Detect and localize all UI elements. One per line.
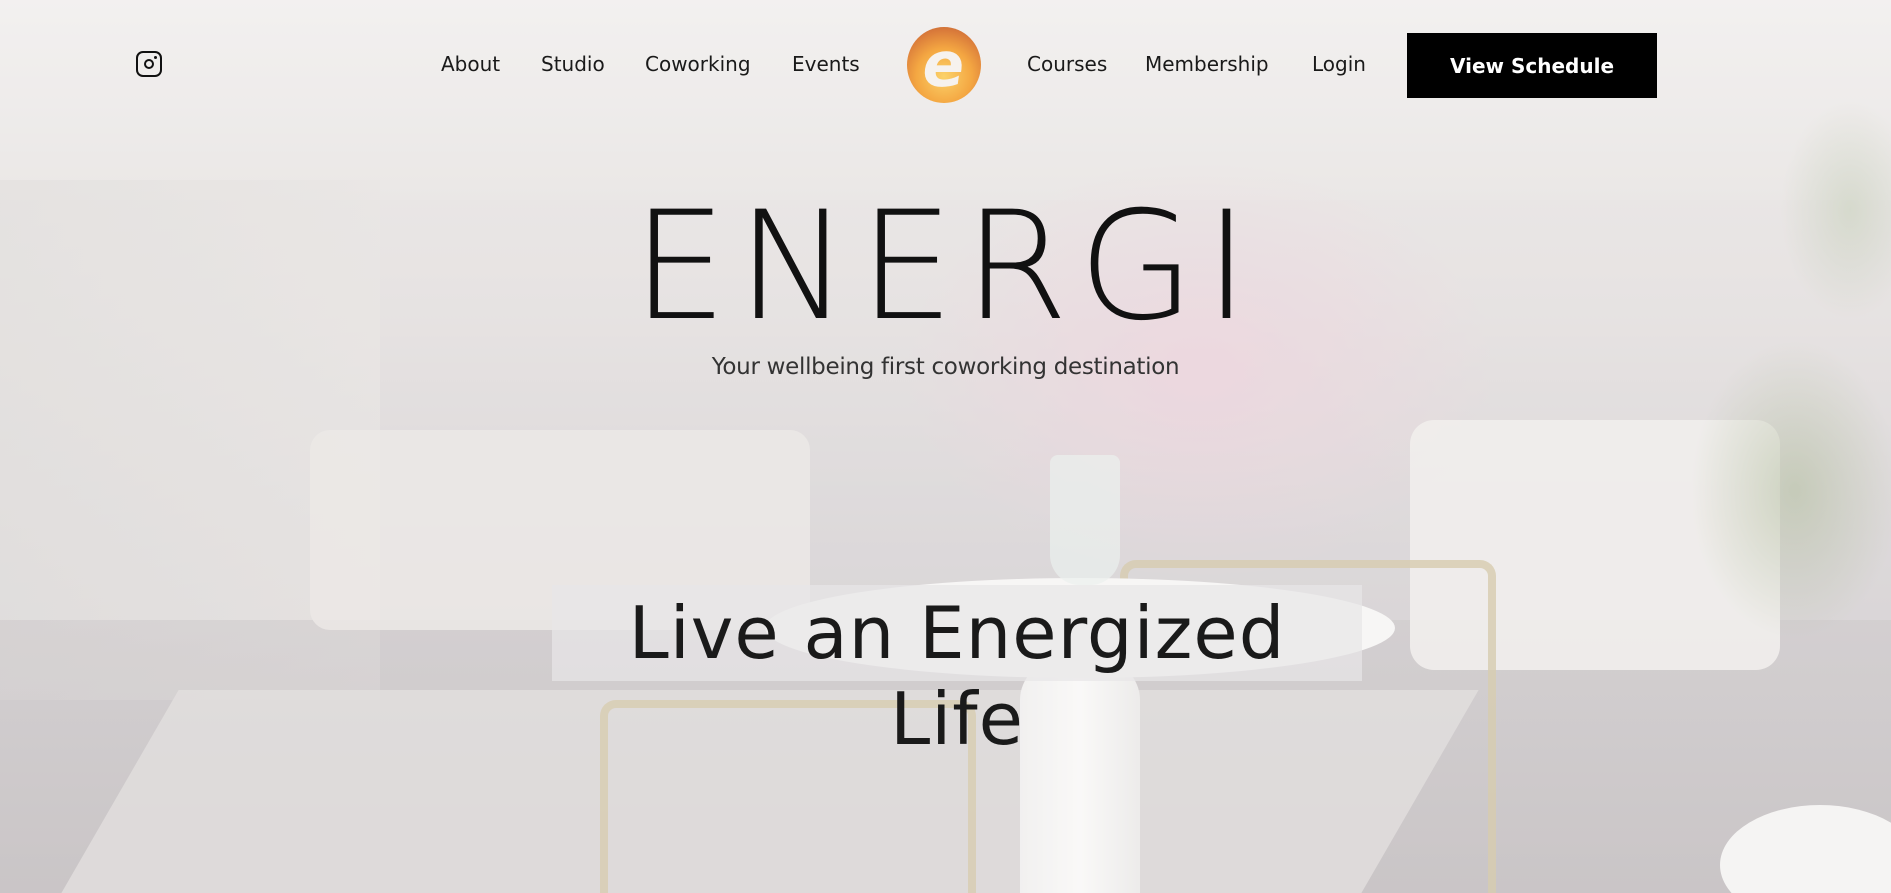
background-side-table bbox=[1720, 805, 1891, 893]
hero-slogan: Live an Energized Life bbox=[628, 591, 1286, 761]
instagram-icon[interactable] bbox=[136, 51, 162, 77]
view-schedule-button[interactable]: View Schedule bbox=[1407, 33, 1657, 98]
hero-section: About Studio Coworking Events e Courses … bbox=[0, 0, 1891, 893]
brand-title: ENERGI bbox=[632, 180, 1259, 354]
nav-link-events[interactable]: Events bbox=[792, 52, 860, 76]
background-vase bbox=[1050, 455, 1120, 585]
nav-link-studio[interactable]: Studio bbox=[541, 52, 605, 76]
background-plant bbox=[1690, 340, 1891, 640]
nav-link-login[interactable]: Login bbox=[1312, 52, 1366, 76]
nav-link-about[interactable]: About bbox=[441, 52, 500, 76]
nav-link-membership[interactable]: Membership bbox=[1145, 52, 1269, 76]
logo-e-glyph: e bbox=[917, 28, 971, 101]
energi-logo-icon[interactable]: e bbox=[907, 27, 981, 103]
nav-link-coworking[interactable]: Coworking bbox=[645, 52, 751, 76]
hero-tagline: Your wellbeing first coworking destinati… bbox=[711, 354, 1180, 380]
nav-link-courses[interactable]: Courses bbox=[1027, 52, 1107, 76]
background-sofa-right bbox=[1410, 420, 1780, 670]
